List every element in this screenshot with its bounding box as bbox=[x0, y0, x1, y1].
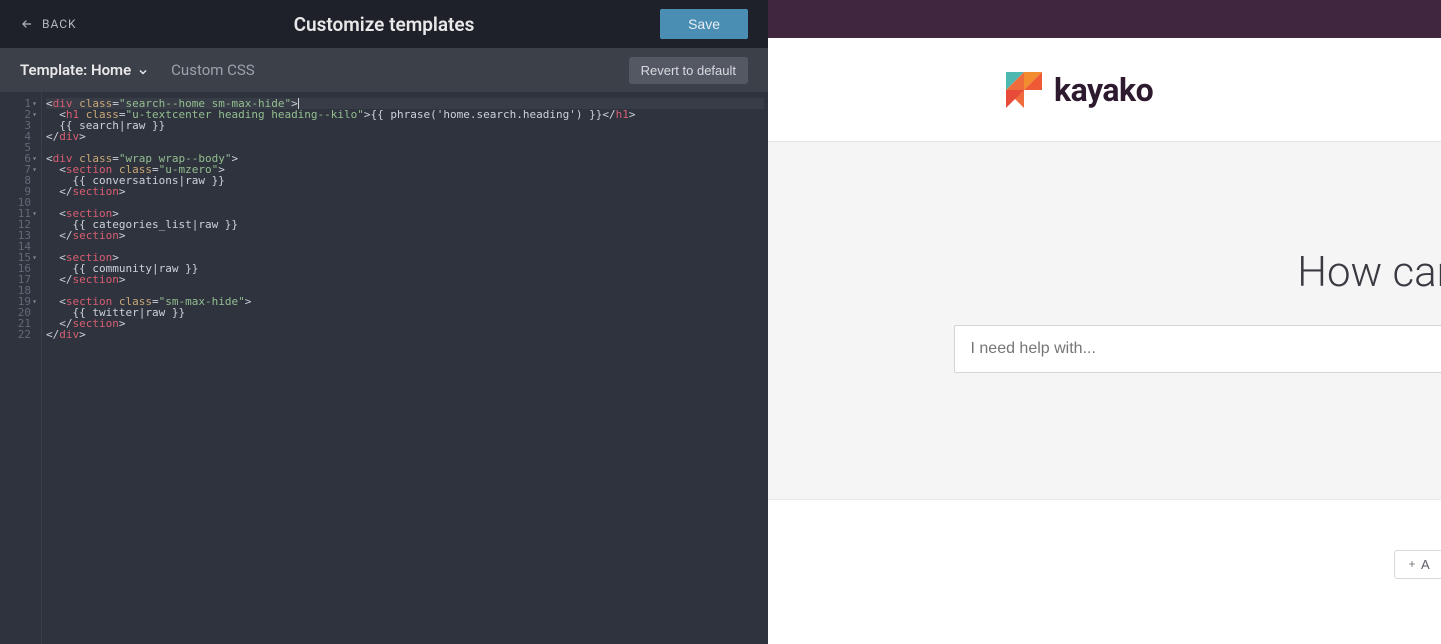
sub-bar: Template: Home Custom CSS Revert to defa… bbox=[0, 48, 768, 92]
back-label: BACK bbox=[42, 17, 77, 31]
search-input[interactable] bbox=[971, 340, 1441, 358]
custom-css-tab[interactable]: Custom CSS bbox=[171, 61, 255, 79]
hero-heading: How can bbox=[768, 248, 1441, 297]
add-label: A bbox=[1421, 557, 1430, 572]
chevron-down-icon bbox=[137, 64, 149, 76]
top-bar: BACK Customize templates Save bbox=[0, 0, 768, 48]
editor-panel: BACK Customize templates Save Template: … bbox=[0, 0, 768, 644]
preview-top-strip bbox=[768, 0, 1441, 38]
save-button[interactable]: Save bbox=[660, 9, 748, 39]
preview-header: kayako bbox=[768, 38, 1441, 142]
template-dropdown[interactable]: Template: Home bbox=[20, 61, 149, 79]
logo-text: kayako bbox=[1054, 71, 1153, 109]
page-title: Customize templates bbox=[294, 13, 475, 36]
plus-icon bbox=[1407, 557, 1417, 572]
back-button[interactable]: BACK bbox=[20, 17, 77, 31]
preview-panel: kayako How can A bbox=[768, 0, 1441, 644]
add-button[interactable]: A bbox=[1394, 550, 1441, 579]
template-label: Template: Home bbox=[20, 61, 131, 79]
preview-hero: How can bbox=[768, 142, 1441, 500]
kayako-logo-icon bbox=[1006, 72, 1042, 108]
line-gutter: 12345678910111213141516171819202122 bbox=[0, 92, 42, 644]
revert-button[interactable]: Revert to default bbox=[629, 57, 748, 84]
code-area[interactable]: <div class="search--home sm-max-hide"> <… bbox=[42, 92, 768, 644]
preview-body: A bbox=[768, 500, 1441, 644]
arrow-left-icon bbox=[20, 17, 34, 31]
code-editor[interactable]: 12345678910111213141516171819202122 <div… bbox=[0, 92, 768, 644]
logo: kayako bbox=[1006, 71, 1153, 109]
search-box[interactable] bbox=[954, 325, 1441, 373]
